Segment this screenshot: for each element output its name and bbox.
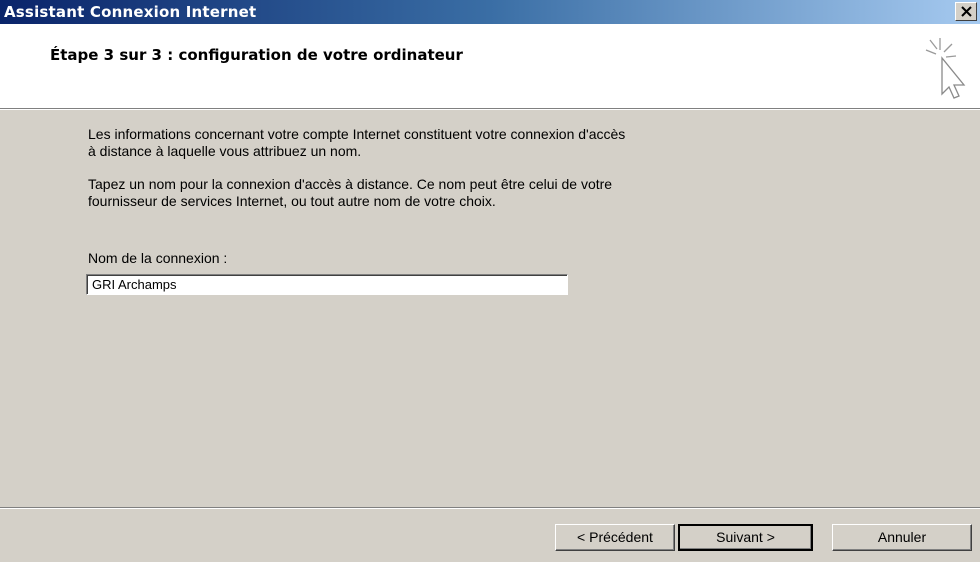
info-paragraph: Les informations concernant votre compte…	[88, 126, 848, 160]
previous-button[interactable]: < Précédent	[555, 524, 675, 551]
connection-name-input[interactable]	[86, 274, 568, 295]
close-button[interactable]	[955, 2, 977, 21]
header-divider	[0, 108, 980, 110]
instruction-line-2: fournisseur de services Internet, ou tou…	[88, 193, 496, 209]
connection-name-label: Nom de la connexion :	[88, 250, 228, 266]
title-bar[interactable]: Assistant Connexion Internet	[0, 0, 980, 24]
window-title: Assistant Connexion Internet	[4, 3, 257, 21]
close-icon	[961, 6, 972, 17]
footer-divider	[0, 507, 980, 509]
next-button[interactable]: Suivant >	[678, 524, 813, 551]
instruction-line-1: Tapez un nom pour la connexion d'accès à…	[88, 176, 613, 192]
info-line-1: Les informations concernant votre compte…	[88, 126, 626, 142]
wizard-cursor-sparkle-icon	[925, 38, 966, 99]
page-title: Étape 3 sur 3 : configuration de votre o…	[50, 46, 463, 64]
wizard-window: Assistant Connexion Internet Étape 3 sur…	[0, 0, 980, 562]
cancel-button[interactable]: Annuler	[832, 524, 972, 551]
wizard-header: Étape 3 sur 3 : configuration de votre o…	[0, 24, 980, 108]
instruction-paragraph: Tapez un nom pour la connexion d'accès à…	[88, 176, 848, 210]
info-line-2: à distance à laquelle vous attribuez un …	[88, 143, 362, 159]
